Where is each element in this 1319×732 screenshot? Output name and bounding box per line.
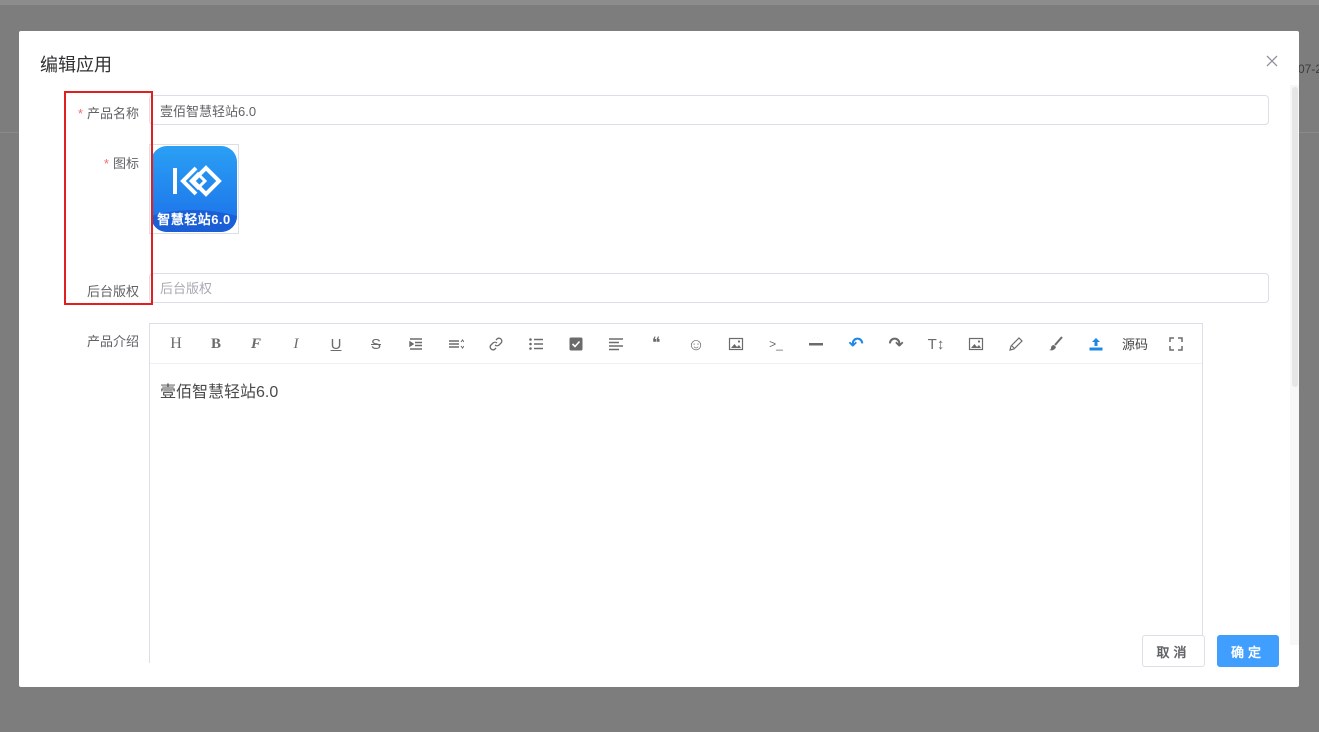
required-mark: * bbox=[77, 106, 83, 121]
heading-icon[interactable]: H bbox=[164, 334, 188, 354]
divider-icon[interactable] bbox=[804, 334, 828, 354]
rich-text-editor: H B F I U S ❝ ☺ >_ ↶ ↷ T↕ 源码 壹佰智慧轻站6.0 bbox=[149, 323, 1203, 663]
product-name-input[interactable] bbox=[149, 95, 1269, 125]
image-icon[interactable] bbox=[724, 334, 748, 354]
app-logo-text: 智慧轻站6.0 bbox=[157, 212, 231, 227]
dialog-scrollbar-thumb[interactable] bbox=[1292, 87, 1298, 387]
checkbox-icon[interactable] bbox=[564, 334, 588, 354]
annotation-highlight-box bbox=[64, 91, 153, 305]
line-height-icon[interactable] bbox=[444, 334, 468, 354]
icon-label: * 图标 bbox=[103, 156, 139, 171]
quote-icon[interactable]: ❝ bbox=[644, 334, 668, 354]
link-icon[interactable] bbox=[484, 334, 508, 354]
app-logo-image: 智慧轻站6.0 bbox=[151, 146, 237, 232]
required-mark: * bbox=[103, 156, 109, 171]
text-size-icon[interactable]: T↕ bbox=[924, 334, 948, 354]
cancel-button[interactable]: 取消 bbox=[1142, 635, 1205, 667]
italic-icon[interactable]: I bbox=[284, 334, 308, 354]
product-name-label: * 产品名称 bbox=[77, 106, 139, 121]
close-icon[interactable] bbox=[1264, 53, 1280, 69]
background-top-bar bbox=[0, 0, 1319, 5]
brush-icon[interactable] bbox=[1044, 334, 1068, 354]
redo-icon[interactable]: ↷ bbox=[884, 334, 908, 354]
undo-icon[interactable]: ↶ bbox=[844, 334, 868, 354]
unordered-list-icon[interactable] bbox=[524, 334, 548, 354]
strikethrough-icon[interactable]: S bbox=[364, 334, 388, 354]
confirm-button[interactable]: 确定 bbox=[1217, 635, 1279, 667]
indent-icon[interactable] bbox=[404, 334, 428, 354]
font-icon[interactable]: F bbox=[244, 334, 268, 354]
emoji-icon[interactable]: ☺ bbox=[684, 334, 708, 354]
source-code-button[interactable]: 源码 bbox=[1120, 334, 1150, 354]
editor-content[interactable]: 壹佰智慧轻站6.0 bbox=[160, 378, 278, 402]
copyright-input[interactable] bbox=[149, 273, 1269, 303]
intro-label: 产品介绍 bbox=[86, 334, 139, 349]
align-left-icon[interactable] bbox=[604, 334, 628, 354]
bold-icon[interactable]: B bbox=[204, 334, 228, 354]
pencil-icon[interactable] bbox=[1004, 334, 1028, 354]
code-icon[interactable]: >_ bbox=[764, 334, 788, 354]
edit-app-dialog: 编辑应用 *产品名称 *图标 智慧轻站6.0 后台版权 产品介绍 H bbox=[19, 31, 1299, 687]
upload-icon[interactable] bbox=[1084, 334, 1108, 354]
background-date-fragment: 07-2 bbox=[1298, 62, 1319, 76]
image-icon[interactable] bbox=[964, 334, 988, 354]
editor-toolbar: H B F I U S ❝ ☺ >_ ↶ ↷ T↕ 源码 bbox=[150, 324, 1202, 364]
copyright-label: 后台版权 bbox=[86, 284, 139, 299]
fullscreen-icon[interactable] bbox=[1164, 334, 1188, 354]
dialog-title: 编辑应用 bbox=[40, 55, 112, 75]
icon-upload[interactable]: 智慧轻站6.0 bbox=[149, 144, 239, 234]
underline-icon[interactable]: U bbox=[324, 334, 348, 354]
